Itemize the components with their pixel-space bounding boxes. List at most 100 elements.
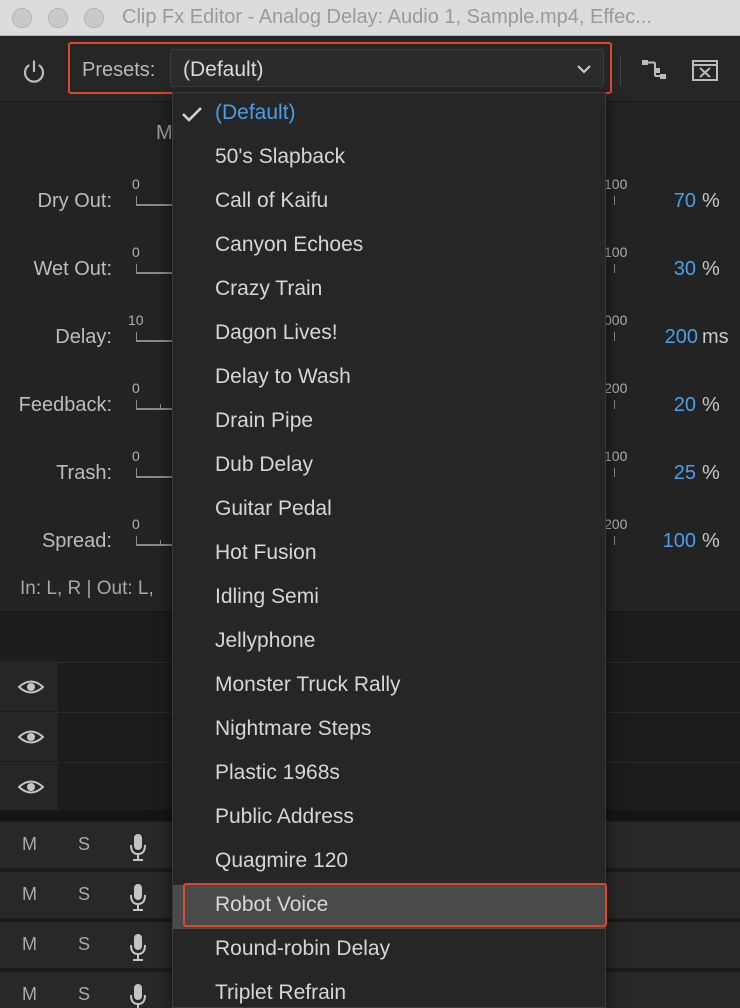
param-slider[interactable]: [136, 544, 176, 546]
preset-option[interactable]: Public Address: [173, 797, 605, 841]
preset-option[interactable]: Triplet Refrain: [173, 973, 605, 1008]
presets-selected-value: (Default): [183, 58, 264, 81]
eye-icon[interactable]: [18, 727, 44, 747]
preset-option-robot-voice[interactable]: Robot Voice: [173, 883, 607, 929]
mute-button[interactable]: M: [22, 934, 37, 955]
microphone-icon[interactable]: [128, 882, 148, 912]
preset-option-label: Nightmare Steps: [215, 717, 372, 740]
preset-option-label: Triplet Refrain: [215, 981, 347, 1004]
scale-tick: [136, 196, 137, 205]
param-label: Feedback:: [18, 394, 112, 416]
preset-option-label: Round-robin Delay: [215, 937, 391, 960]
preset-option-label: Guitar Pedal: [215, 497, 332, 520]
param-max: 100: [604, 176, 628, 192]
preset-option-label: Dub Delay: [215, 453, 314, 476]
preset-option[interactable]: Dagon Lives!: [173, 313, 605, 357]
param-label: Delay:: [55, 326, 112, 348]
scale-tick: [160, 540, 161, 545]
preset-option[interactable]: Quagmire 120: [173, 841, 605, 885]
preset-option-label: (Default): [215, 101, 296, 124]
param-value[interactable]: 70: [674, 190, 696, 213]
preset-option[interactable]: Round-robin Delay: [173, 929, 605, 973]
param-max: 000: [604, 312, 628, 328]
preset-option[interactable]: Dub Delay: [173, 445, 605, 489]
preset-option[interactable]: Call of Kaifu: [173, 181, 605, 225]
param-value[interactable]: 25: [674, 462, 696, 485]
microphone-icon[interactable]: [128, 932, 148, 962]
param-min: 0: [132, 244, 140, 260]
close-panel-icon[interactable]: [692, 58, 718, 82]
scale-tick: [136, 468, 137, 477]
preset-option[interactable]: Delay to Wash: [173, 357, 605, 401]
scale-tick: [614, 400, 615, 409]
param-unit: %: [702, 190, 720, 212]
param-min: 0: [132, 516, 140, 532]
close-window-button[interactable]: [12, 8, 32, 28]
solo-button[interactable]: S: [78, 934, 90, 955]
param-max: 100: [604, 448, 628, 464]
param-label: Wet Out:: [33, 258, 112, 280]
solo-button[interactable]: S: [78, 834, 90, 855]
preset-option[interactable]: Drain Pipe: [173, 401, 605, 445]
preset-option[interactable]: Guitar Pedal: [173, 489, 605, 533]
param-max: 100: [604, 244, 628, 260]
routing-icon[interactable]: [640, 56, 668, 84]
eye-icon[interactable]: [18, 677, 44, 697]
presets-dropdown-menu: (Default) 50's Slapback Call of Kaifu Ca…: [172, 92, 607, 1008]
scale-tick: [614, 536, 615, 545]
microphone-icon[interactable]: [128, 832, 148, 862]
param-max: 200: [604, 380, 628, 396]
param-min: 0: [132, 380, 140, 396]
preset-option[interactable]: Canyon Echoes: [173, 225, 605, 269]
mute-button[interactable]: M: [22, 984, 37, 1005]
mute-button[interactable]: M: [22, 884, 37, 905]
solo-button[interactable]: S: [78, 884, 90, 905]
preset-option[interactable]: 50's Slapback: [173, 137, 605, 181]
preset-option[interactable]: Jellyphone: [173, 621, 605, 665]
solo-button[interactable]: S: [78, 984, 90, 1005]
toolbar-divider: [620, 56, 621, 86]
eye-icon[interactable]: [18, 777, 44, 797]
preset-option[interactable]: Plastic 1968s: [173, 753, 605, 797]
preset-option[interactable]: Monster Truck Rally: [173, 665, 605, 709]
param-value[interactable]: 200: [665, 326, 698, 349]
preset-option[interactable]: Crazy Train: [173, 269, 605, 313]
preset-option-label: Call of Kaifu: [215, 189, 329, 212]
io-routing-text: In: L, R | Out: L,: [20, 578, 154, 599]
preset-option[interactable]: Nightmare Steps: [173, 709, 605, 753]
param-min: 0: [132, 176, 140, 192]
scale-tick: [136, 264, 137, 273]
param-slider[interactable]: [136, 204, 176, 206]
param-slider[interactable]: [136, 408, 176, 410]
param-value[interactable]: 100: [663, 530, 696, 553]
mute-button[interactable]: M: [22, 834, 37, 855]
param-label: Spread:: [41, 530, 112, 552]
scale-tick: [136, 536, 137, 545]
preset-option[interactable]: Hot Fusion: [173, 533, 605, 577]
highlight-outline: [183, 883, 607, 927]
mode-label: M: [156, 122, 173, 144]
presets-dropdown[interactable]: (Default): [170, 49, 604, 87]
minimize-window-button[interactable]: [48, 8, 68, 28]
preset-option-label: Crazy Train: [215, 277, 323, 300]
preset-option[interactable]: Idling Semi: [173, 577, 605, 621]
scale-tick: [614, 468, 615, 477]
param-value[interactable]: 30: [674, 258, 696, 281]
chevron-down-icon: [577, 65, 591, 74]
param-slider[interactable]: [136, 476, 176, 478]
param-value[interactable]: 20: [674, 394, 696, 417]
track-header: [0, 713, 58, 761]
scale-tick: [614, 196, 615, 205]
preset-option-label: Hot Fusion: [215, 541, 317, 564]
param-unit: %: [702, 462, 720, 484]
window-title: Clip Fx Editor - Analog Delay: Audio 1, …: [122, 6, 652, 28]
param-slider[interactable]: [136, 272, 176, 274]
param-unit: ms: [702, 326, 729, 348]
presets-control: Presets: (Default): [68, 42, 612, 94]
zoom-window-button[interactable]: [84, 8, 104, 28]
power-icon[interactable]: [20, 58, 48, 86]
microphone-icon[interactable]: [128, 982, 148, 1008]
preset-option-default[interactable]: (Default): [173, 93, 605, 137]
param-slider[interactable]: [136, 340, 176, 342]
preset-option-label: Public Address: [215, 805, 354, 828]
